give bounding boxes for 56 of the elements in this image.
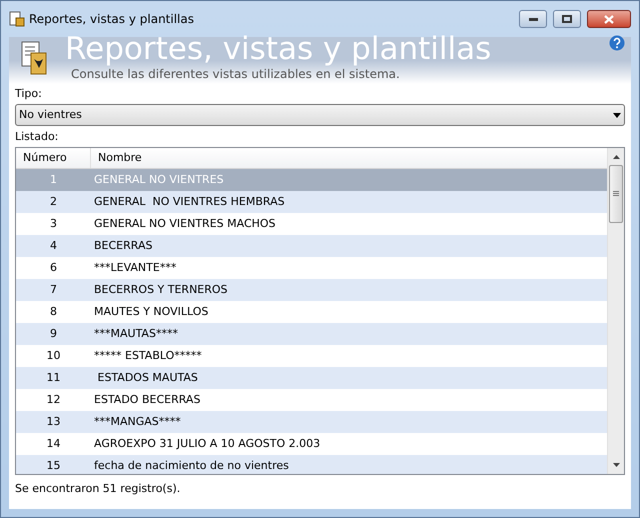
row-name: GENERAL NO VIENTRES MACHOS: [93, 216, 277, 232]
list-row[interactable]: 11 ESTADOS MAUTAS: [16, 367, 607, 389]
row-name: ***MANGAS****: [93, 414, 182, 430]
row-number: 7: [49, 282, 58, 298]
tipo-dropdown[interactable]: No vientres: [15, 104, 625, 126]
column-header[interactable]: Número: [16, 148, 91, 168]
scrollbar[interactable]: [607, 148, 624, 474]
close-button[interactable]: [587, 10, 631, 28]
row-name: fecha de nacimiento de no vientres: [93, 458, 290, 474]
list-row[interactable]: 7 BECERROS Y TERNEROS: [16, 279, 607, 301]
row-name: AGROEXPO 31 JULIO A 10 AGOSTO 2.003: [93, 436, 322, 452]
row-number: 1: [49, 172, 58, 188]
row-name: BECERRAS: [93, 238, 154, 254]
header-subtitle: Consulte las diferentes vistas utilizables en el sistema.: [71, 66, 400, 83]
maximize-button[interactable]: [553, 10, 581, 28]
row-number: 8: [49, 304, 58, 320]
row-number: 14: [46, 436, 62, 452]
row-name: BECERROS Y TERNEROS: [93, 282, 229, 298]
row-number: 2: [49, 194, 58, 210]
listado-label: Listado:: [15, 129, 60, 145]
minimize-icon: [528, 18, 538, 20]
row-number: 13: [46, 414, 62, 430]
list-row[interactable]: 2 GENERAL NO VIENTRES HEMBRAS: [16, 191, 607, 213]
report-icon: [21, 41, 47, 75]
tipo-label: Tipo:: [15, 86, 43, 102]
row-number: 15: [46, 458, 62, 474]
row-number: 9: [49, 326, 58, 342]
status-text: Se encontraron 51 registro(s).: [15, 481, 182, 497]
close-icon: [604, 14, 614, 24]
row-name: ESTADOS MAUTAS: [96, 370, 199, 386]
list-row[interactable]: 4 BECERRAS: [16, 235, 607, 257]
row-number: 10: [46, 348, 62, 364]
row-name: ***LEVANTE***: [93, 260, 178, 276]
window-title: Reportes, vistas y plantillas: [29, 11, 194, 28]
list-row[interactable]: 13 ***MANGAS****: [16, 411, 607, 433]
maximize-icon: [562, 15, 572, 23]
list-row[interactable]: 9 ***MAUTAS****: [16, 323, 607, 345]
row-name: GENERAL NO VIENTRES HEMBRAS: [93, 194, 286, 210]
row-name: ***MAUTAS****: [93, 326, 179, 342]
row-name: ESTADO BECERRAS: [93, 392, 202, 408]
minimize-button[interactable]: [519, 10, 547, 28]
row-number: 12: [46, 392, 62, 408]
row-number: 6: [49, 260, 58, 276]
row-number: 11: [46, 370, 62, 386]
column-header[interactable]: Nombre: [91, 148, 607, 168]
row-name: MAUTES Y NOVILLOS: [93, 304, 210, 320]
scroll-thumb[interactable]: [609, 165, 623, 223]
row-name: GENERAL NO VIENTRES: [93, 172, 225, 188]
row-number: 4: [49, 238, 58, 254]
header-title: Reportes, vistas y plantillas: [65, 31, 492, 67]
list-row[interactable]: 15 fecha de nacimiento de no vientres: [16, 455, 607, 474]
report-icon: [9, 11, 25, 27]
row-number: 3: [49, 216, 58, 232]
help-icon[interactable]: [609, 35, 625, 51]
dropdown-arrow-icon: [613, 112, 621, 118]
row-name: ***** ESTABLO*****: [93, 348, 203, 364]
